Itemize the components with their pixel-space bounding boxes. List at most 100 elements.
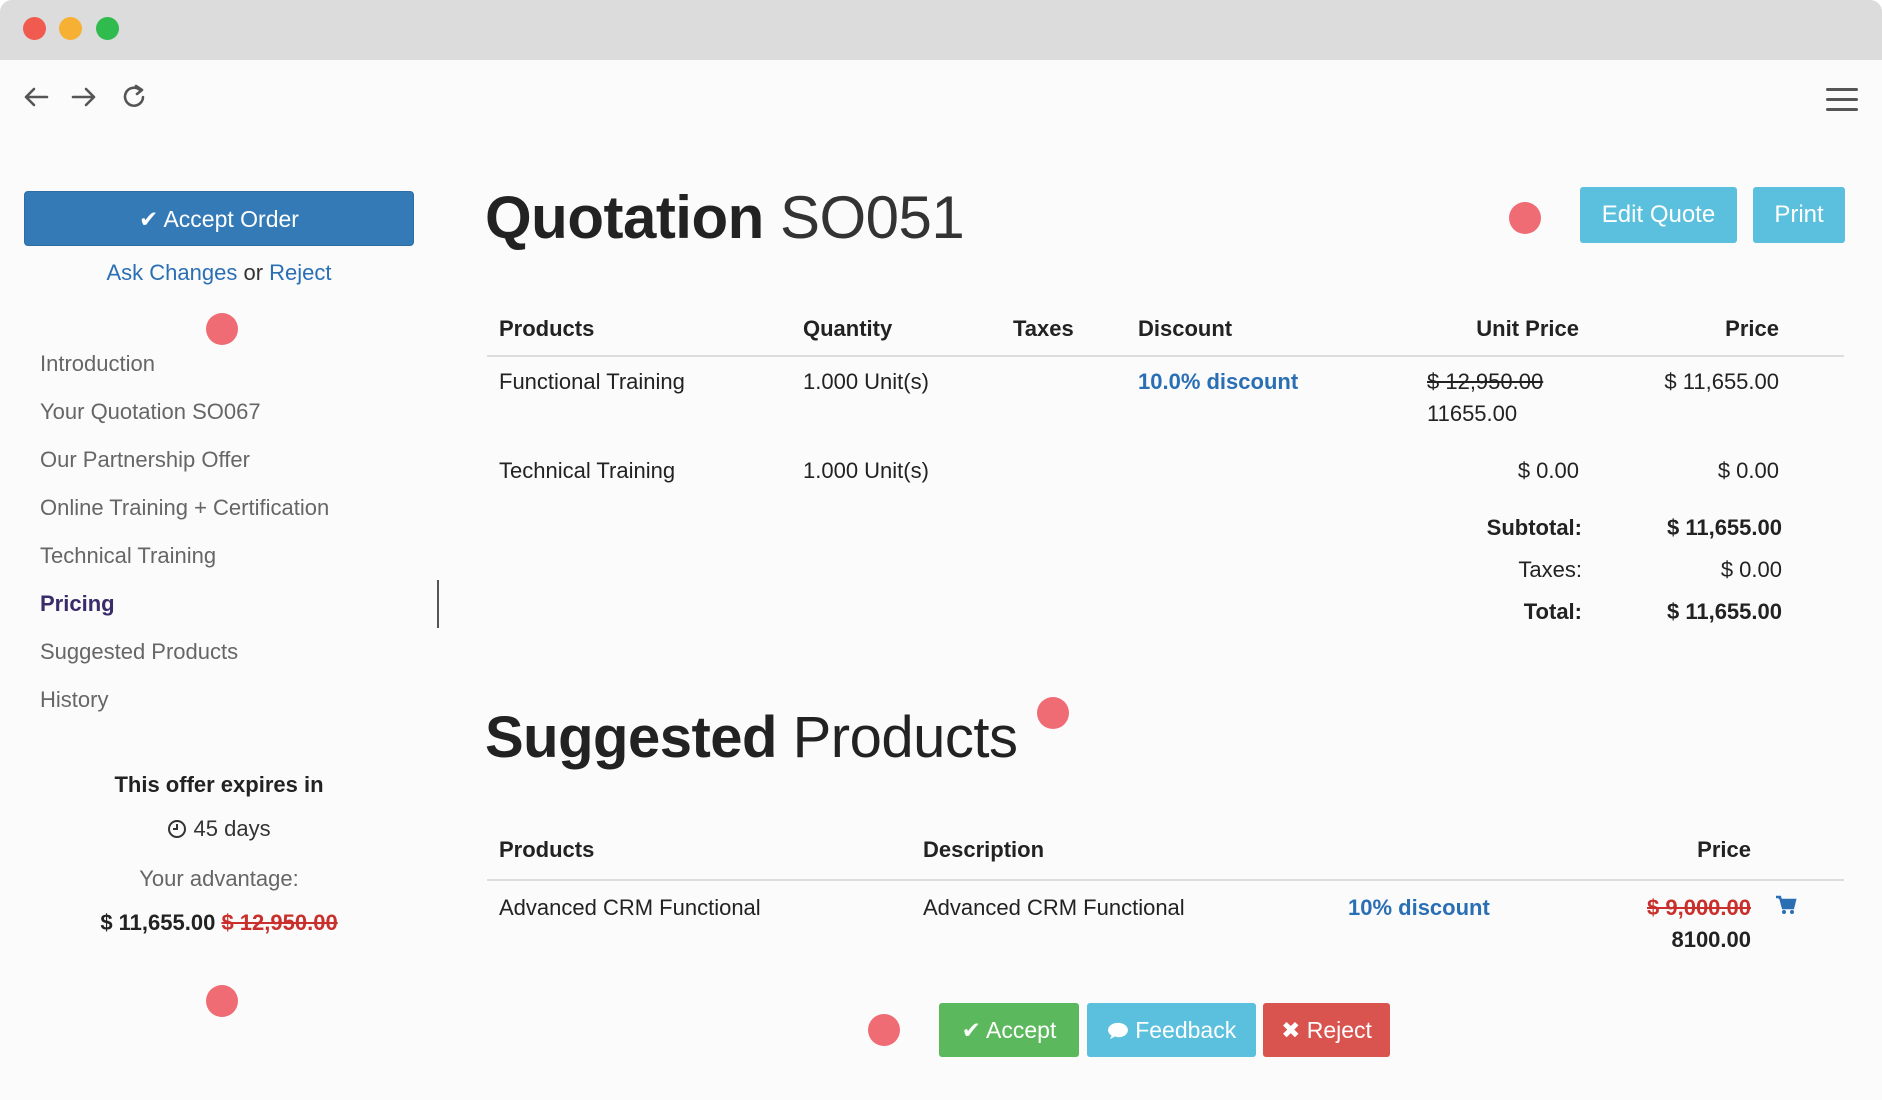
edit-quote-button[interactable]: Edit Quote bbox=[1580, 187, 1737, 243]
total-value: $ 11,655.00 bbox=[1666, 599, 1782, 624]
suggested-title-light: Products bbox=[792, 705, 1018, 770]
subtotal-row: Subtotal: $ 11,655.00 bbox=[1380, 515, 1800, 557]
reject-button[interactable]: ✖ Reject bbox=[1263, 1003, 1390, 1057]
price-new: 8100.00 bbox=[1671, 927, 1751, 952]
red-marker bbox=[206, 985, 238, 1017]
toc-item-your-quotation[interactable]: Your Quotation SO067 bbox=[40, 394, 420, 442]
page-title: Quotation SO051 bbox=[485, 183, 965, 252]
price-cell: $ 0.00 bbox=[1717, 458, 1779, 483]
advantage-old-amount: $ 12,950.00 bbox=[221, 910, 338, 935]
advantage-amounts: $ 11,655.00 $ 12,950.00 bbox=[24, 910, 414, 936]
table-header-row: Products Quantity Taxes Discount Unit Pr… bbox=[487, 302, 1844, 357]
product-cell: Technical Training bbox=[499, 458, 676, 483]
column-header: Taxes bbox=[1001, 302, 1126, 357]
days-value: 45 days bbox=[193, 816, 271, 841]
advantage-amount: $ 11,655.00 bbox=[100, 910, 216, 935]
subtotal-label: Subtotal: bbox=[1486, 515, 1582, 540]
discount-cell: 10.0% discount bbox=[1126, 356, 1391, 446]
ask-changes-line: Ask Changes or Reject bbox=[24, 260, 414, 286]
quote-table: Products Quantity Taxes Discount Unit Pr… bbox=[487, 302, 1844, 496]
toc-scroll-indicator bbox=[437, 580, 439, 628]
accept-order-label: Accept Order bbox=[163, 206, 299, 232]
product-cell: Functional Training bbox=[499, 369, 685, 394]
offer-expiry-panel: This offer expires in 45 days Your advan… bbox=[24, 772, 414, 936]
red-marker bbox=[1037, 697, 1069, 729]
table-row: Advanced CRM Functional Advanced CRM Fun… bbox=[487, 880, 1844, 967]
column-header: Discount bbox=[1126, 302, 1391, 357]
back-arrow-icon[interactable] bbox=[18, 82, 54, 118]
browser-window: ✔ Accept Order Ask Changes or Reject Int… bbox=[0, 0, 1882, 1100]
totals-block: Subtotal: $ 11,655.00 Taxes: $ 0.00 Tota… bbox=[1380, 515, 1800, 641]
offer-expires-title: This offer expires in bbox=[114, 772, 324, 797]
total-label: Total: bbox=[1523, 599, 1582, 624]
accept-button[interactable]: ✔ Accept bbox=[939, 1003, 1079, 1057]
toc-item-history[interactable]: History bbox=[40, 682, 420, 730]
toc-item-online-training[interactable]: Online Training + Certification bbox=[40, 490, 420, 538]
page-title-number: SO051 bbox=[779, 184, 965, 251]
toc-item-suggested-products[interactable]: Suggested Products bbox=[40, 634, 420, 682]
accept-order-button[interactable]: ✔ Accept Order bbox=[24, 191, 414, 246]
maximize-window-button[interactable] bbox=[96, 17, 119, 40]
discount-cell: 10% discount bbox=[1336, 880, 1586, 967]
table-row: Technical Training 1.000 Unit(s) $ 0.00 … bbox=[487, 446, 1844, 496]
feedback-label: Feedback bbox=[1135, 1017, 1237, 1043]
price-old: $ 9,000.00 bbox=[1647, 895, 1751, 920]
minimize-window-button[interactable] bbox=[59, 17, 82, 40]
taxes-value: $ 0.00 bbox=[1720, 557, 1782, 582]
toc-item-partnership-offer[interactable]: Our Partnership Offer bbox=[40, 442, 420, 490]
red-marker bbox=[1509, 202, 1541, 234]
unit-price-cell: $ 0.00 bbox=[1517, 458, 1579, 483]
column-header-spacer bbox=[1763, 820, 1844, 881]
table-header-row: Products Description Price bbox=[487, 820, 1844, 881]
hamburger-menu-icon[interactable] bbox=[1826, 88, 1858, 112]
cart-cell bbox=[1763, 880, 1844, 967]
unit-price-old: $ 12,950.00 bbox=[1427, 369, 1544, 394]
ask-changes-link[interactable]: Ask Changes bbox=[106, 260, 237, 285]
column-header: Products bbox=[487, 820, 911, 881]
discount-link[interactable]: 10.0% discount bbox=[1138, 369, 1298, 394]
price-cell: $ 9,000.00 8100.00 bbox=[1586, 880, 1763, 967]
price-cell: $ 11,655.00 bbox=[1664, 369, 1779, 394]
subtotal-value: $ 11,655.00 bbox=[1666, 515, 1782, 540]
toc-item-technical-training[interactable]: Technical Training bbox=[40, 538, 420, 586]
check-icon: ✔ bbox=[961, 1017, 981, 1043]
close-window-button[interactable] bbox=[23, 17, 46, 40]
reload-icon[interactable] bbox=[116, 82, 152, 118]
page-title-bold: Quotation bbox=[485, 184, 764, 251]
taxes-cell bbox=[1001, 356, 1126, 446]
clock-icon bbox=[167, 816, 193, 841]
discount-cell bbox=[1126, 446, 1391, 496]
advantage-label: Your advantage: bbox=[139, 866, 299, 891]
toc-item-pricing[interactable]: Pricing bbox=[40, 586, 420, 634]
or-text: or bbox=[243, 260, 264, 285]
column-header: Price bbox=[1591, 302, 1791, 357]
red-marker bbox=[206, 313, 238, 345]
unit-price-cell: $ 12,950.00 11655.00 bbox=[1391, 356, 1591, 446]
red-marker bbox=[868, 1014, 900, 1046]
column-header bbox=[1336, 820, 1586, 881]
toc-item-introduction[interactable]: Introduction bbox=[40, 346, 420, 394]
check-icon: ✔ bbox=[139, 206, 159, 232]
cart-icon[interactable] bbox=[1775, 895, 1797, 920]
discount-link[interactable]: 10% discount bbox=[1348, 895, 1490, 920]
suggested-title-bold: Suggested bbox=[485, 705, 778, 770]
taxes-label: Taxes: bbox=[1518, 557, 1582, 582]
unit-price: 11655.00 bbox=[1427, 401, 1518, 426]
column-header: Products bbox=[487, 302, 791, 357]
feedback-button[interactable]: Feedback bbox=[1087, 1003, 1256, 1057]
comment-icon bbox=[1107, 1017, 1135, 1043]
offer-expires-days: 45 days bbox=[24, 816, 414, 842]
table-row: Functional Training 1.000 Unit(s) 10.0% … bbox=[487, 356, 1844, 446]
product-cell: Advanced CRM Functional bbox=[499, 895, 761, 920]
forward-arrow-icon[interactable] bbox=[66, 82, 102, 118]
reject-link[interactable]: Reject bbox=[269, 260, 331, 285]
print-button[interactable]: Print bbox=[1753, 187, 1845, 243]
table-of-contents: Introduction Your Quotation SO067 Our Pa… bbox=[40, 346, 420, 730]
quantity-cell: 1.000 Unit(s) bbox=[803, 458, 929, 483]
taxes-row: Taxes: $ 0.00 bbox=[1380, 557, 1800, 599]
column-header-spacer bbox=[1791, 302, 1844, 357]
column-header: Unit Price bbox=[1391, 302, 1591, 357]
description-cell: Advanced CRM Functional bbox=[923, 895, 1185, 920]
suggested-products-table: Products Description Price Advanced CRM … bbox=[487, 820, 1844, 967]
column-header: Description bbox=[911, 820, 1336, 881]
